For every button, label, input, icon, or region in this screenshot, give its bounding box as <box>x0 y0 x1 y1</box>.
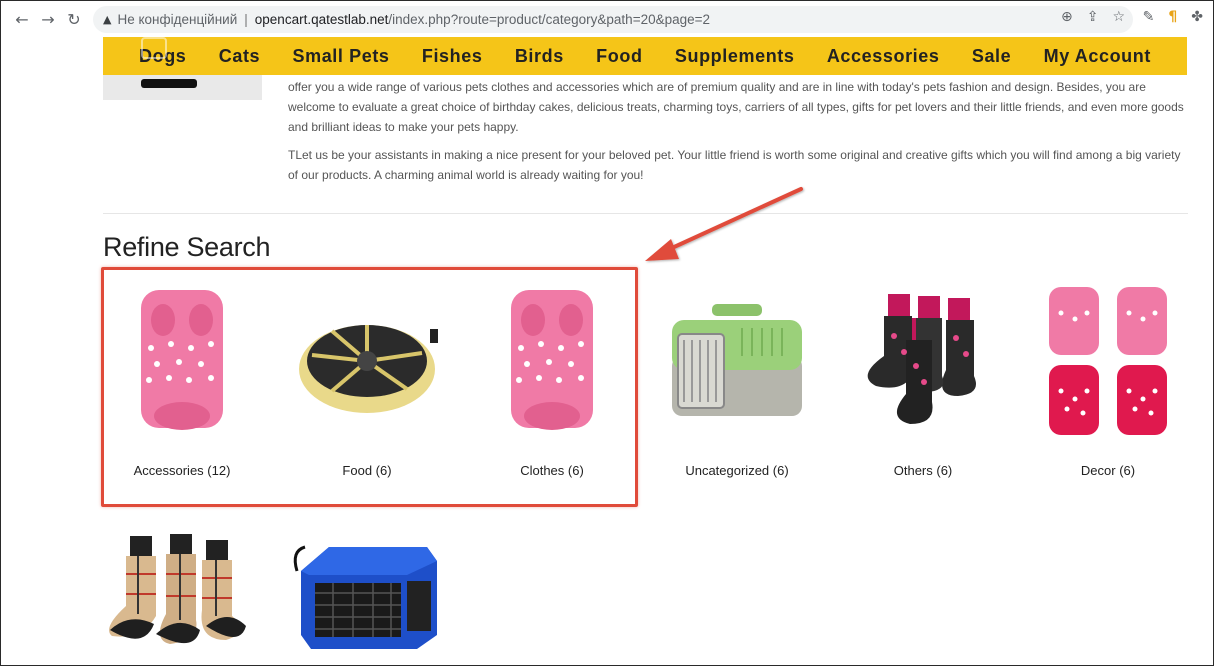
screenshot-frame: ← → ↻ ▲ Не конфіденційний | opencart.qat… <box>0 0 1214 666</box>
eyedropper-extension-icon[interactable]: ✎ <box>1143 9 1155 25</box>
bookmark-star-icon[interactable]: ☆ <box>1112 9 1125 25</box>
carrier-handle-icon <box>141 79 197 88</box>
back-arrow-icon[interactable]: ← <box>9 6 35 32</box>
annotation-arrow-icon <box>645 187 803 261</box>
security-label[interactable]: Не конфіденційний <box>117 12 237 27</box>
nav-sale[interactable]: Sale <box>972 46 1011 67</box>
category-label[interactable]: Uncategorized (6) <box>657 463 817 478</box>
zoom-icon[interactable]: ⊕ <box>1061 9 1073 25</box>
nav-cats[interactable]: Cats <box>219 46 260 67</box>
puzzle-extensions-icon[interactable]: ✤ <box>1191 9 1203 25</box>
category-image <box>103 75 262 100</box>
omnibox-actions: ⊕ ⇪ ☆ <box>1061 9 1125 25</box>
cart-logo-icon <box>141 37 167 59</box>
warning-triangle-icon[interactable]: ▲ <box>103 13 111 26</box>
nav-food[interactable]: Food <box>596 46 642 67</box>
category-row2-item-1[interactable] <box>102 528 262 658</box>
nav-small-pets[interactable]: Small Pets <box>292 46 389 67</box>
browser-toolbar: ← → ↻ ▲ Не конфіденційний | opencart.qat… <box>1 1 1213 37</box>
share-icon[interactable]: ⇪ <box>1087 9 1099 25</box>
nav-birds[interactable]: Birds <box>515 46 564 67</box>
description-paragraph-1: offer you a wide range of various pets c… <box>288 80 1184 134</box>
nav-accessories[interactable]: Accessories <box>827 46 940 67</box>
extensions-area: ✎ ¶ ✤ <box>1143 9 1203 25</box>
url-path[interactable]: /index.php?route=product/category&path=2… <box>388 12 710 27</box>
address-bar[interactable]: ▲ Не конфіденційний | opencart.qatestlab… <box>93 6 1133 33</box>
url-separator: | <box>244 12 248 27</box>
category-label[interactable]: Others (6) <box>843 463 1003 478</box>
main-category-nav: Dogs Cats Small Pets Fishes Birds Food S… <box>103 37 1187 75</box>
category-decor[interactable]: Decor (6) <box>1028 281 1188 478</box>
description-paragraph-2: TLet us be your assistants in making a n… <box>288 148 1181 182</box>
pilcrow-extension-icon[interactable]: ¶ <box>1168 9 1177 25</box>
pet-carrier-icon[interactable] <box>657 281 817 441</box>
blue-soft-carrier-icon[interactable] <box>287 528 447 658</box>
plaid-boots-icon[interactable] <box>102 528 262 658</box>
category-label[interactable]: Decor (6) <box>1028 463 1188 478</box>
category-others[interactable]: Others (6) <box>843 281 1003 478</box>
reload-icon[interactable]: ↻ <box>61 6 87 32</box>
nav-fishes[interactable]: Fishes <box>422 46 483 67</box>
annotation-highlight-box <box>101 267 638 507</box>
nav-supplements[interactable]: Supplements <box>675 46 795 67</box>
url-host[interactable]: opencart.qatestlab.net <box>255 12 389 27</box>
nav-my-account[interactable]: My Account <box>1044 46 1151 67</box>
category-row2-item-2[interactable] <box>287 528 447 658</box>
forward-arrow-icon[interactable]: → <box>35 6 61 32</box>
sweater-set-icon[interactable] <box>1028 281 1188 441</box>
category-description: offer you a wide range of various pets c… <box>288 77 1188 193</box>
refine-search-title: Refine Search <box>103 232 271 262</box>
category-uncategorized[interactable]: Uncategorized (6) <box>657 281 817 478</box>
pet-boots-icon[interactable] <box>843 281 1003 441</box>
